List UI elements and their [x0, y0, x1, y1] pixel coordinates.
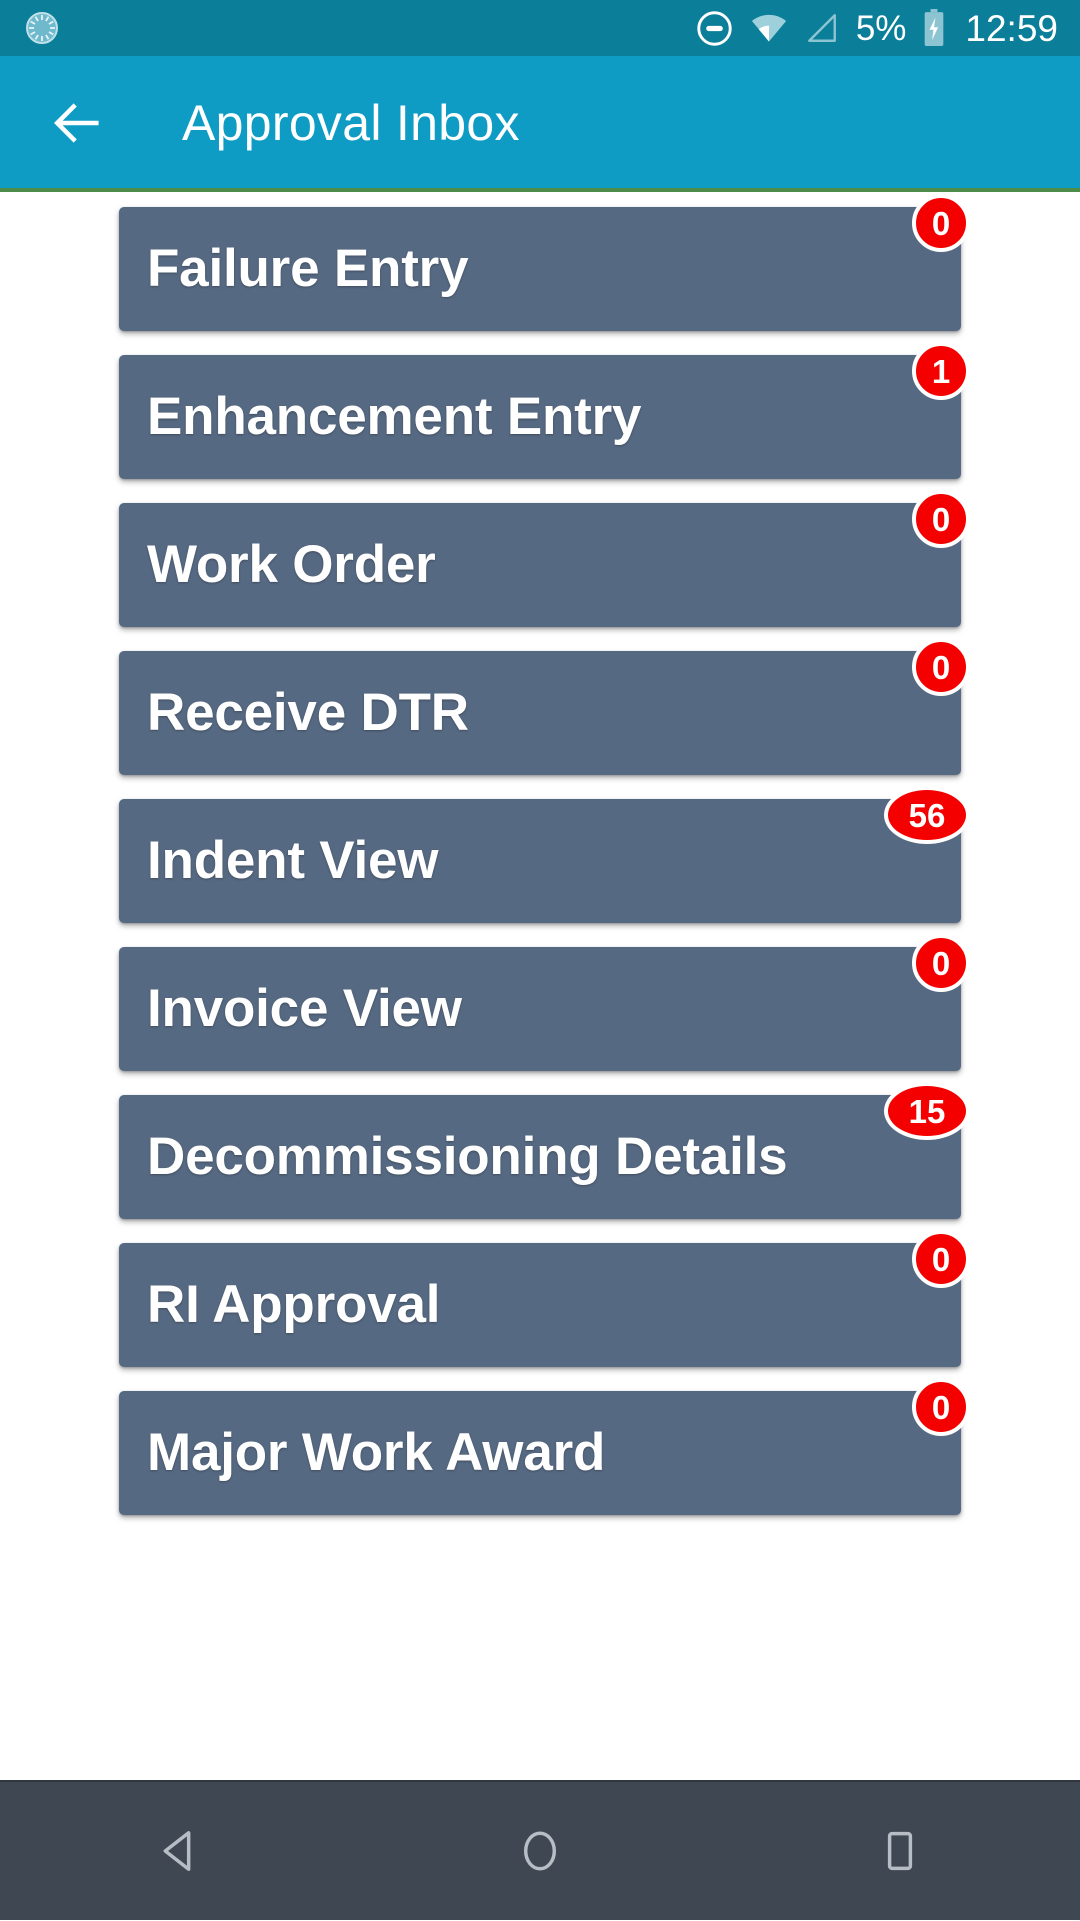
home-nav-icon[interactable] [465, 1781, 615, 1921]
approval-card-decommissioning-details[interactable]: Decommissioning Details [119, 1095, 961, 1219]
card-label: Work Order [147, 535, 436, 595]
badge-count: 0 [931, 648, 951, 686]
list-item[interactable]: Major Work Award 0 [119, 1378, 970, 1515]
approval-list[interactable]: Failure Entry 0 Enhancement Entry 1 Work… [0, 192, 1080, 1780]
status-bar: 5% 12:59 [0, 0, 1080, 56]
approval-card-receive-dtr[interactable]: Receive DTR [119, 651, 961, 775]
badge-count: 0 [931, 1388, 951, 1426]
page-title: Approval Inbox [182, 95, 520, 151]
approval-card-invoice-view[interactable]: Invoice View [119, 947, 961, 1071]
list-item[interactable]: Invoice View 0 [119, 934, 970, 1071]
sync-spinner-icon [22, 8, 62, 48]
card-label: Invoice View [147, 979, 462, 1039]
status-badge: 56 [884, 786, 970, 844]
list-item[interactable]: Enhancement Entry 1 [119, 342, 970, 479]
status-bar-right: 5% 12:59 [696, 9, 1058, 47]
battery-charging-icon [923, 9, 945, 47]
badge-count: 0 [931, 944, 951, 982]
back-arrow-icon[interactable] [46, 92, 108, 154]
list-item[interactable]: Failure Entry 0 [119, 194, 970, 331]
app-bar: Approval Inbox [0, 56, 1080, 190]
card-label: Failure Entry [147, 239, 469, 299]
recents-nav-icon[interactable] [825, 1781, 975, 1921]
badge-count: 56 [908, 796, 946, 834]
status-badge: 0 [912, 1378, 970, 1436]
back-nav-icon[interactable] [105, 1781, 255, 1921]
badge-count: 0 [931, 204, 951, 242]
card-label: Major Work Award [147, 1423, 606, 1483]
list-item[interactable]: Work Order 0 [119, 490, 970, 627]
badge-count: 15 [908, 1092, 946, 1130]
list-item[interactable]: Indent View 56 [119, 786, 970, 923]
card-label: Receive DTR [147, 683, 469, 743]
card-label: RI Approval [147, 1275, 441, 1335]
status-badge: 0 [912, 934, 970, 992]
list-item[interactable]: Decommissioning Details 15 [119, 1082, 970, 1219]
status-badge: 0 [912, 194, 970, 252]
status-badge: 0 [912, 1230, 970, 1288]
wifi-icon [750, 9, 788, 47]
badge-count: 0 [931, 1240, 951, 1278]
status-badge: 1 [912, 342, 970, 400]
approval-card-indent-view[interactable]: Indent View [119, 799, 961, 923]
android-navigation-bar [0, 1780, 1080, 1920]
do-not-disturb-icon [696, 10, 733, 47]
status-bar-clock: 12:59 [965, 7, 1058, 49]
approval-card-major-work-award[interactable]: Major Work Award [119, 1391, 961, 1515]
badge-count: 0 [931, 500, 951, 538]
approval-card-failure-entry[interactable]: Failure Entry [119, 207, 961, 331]
approval-card-enhancement-entry[interactable]: Enhancement Entry [119, 355, 961, 479]
status-badge: 0 [912, 490, 970, 548]
status-badge: 0 [912, 638, 970, 696]
badge-count: 1 [931, 352, 951, 390]
list-item[interactable]: Receive DTR 0 [119, 638, 970, 775]
list-item[interactable]: RI Approval 0 [119, 1230, 970, 1367]
approval-card-work-order[interactable]: Work Order [119, 503, 961, 627]
card-label: Indent View [147, 831, 439, 891]
approval-card-ri-approval[interactable]: RI Approval [119, 1243, 961, 1367]
status-badge: 15 [884, 1082, 970, 1140]
card-label: Decommissioning Details [147, 1127, 788, 1187]
status-bar-left [22, 8, 62, 48]
card-label: Enhancement Entry [147, 387, 642, 447]
battery-percent-label: 5% [855, 8, 907, 48]
cellular-signal-icon [805, 11, 839, 45]
